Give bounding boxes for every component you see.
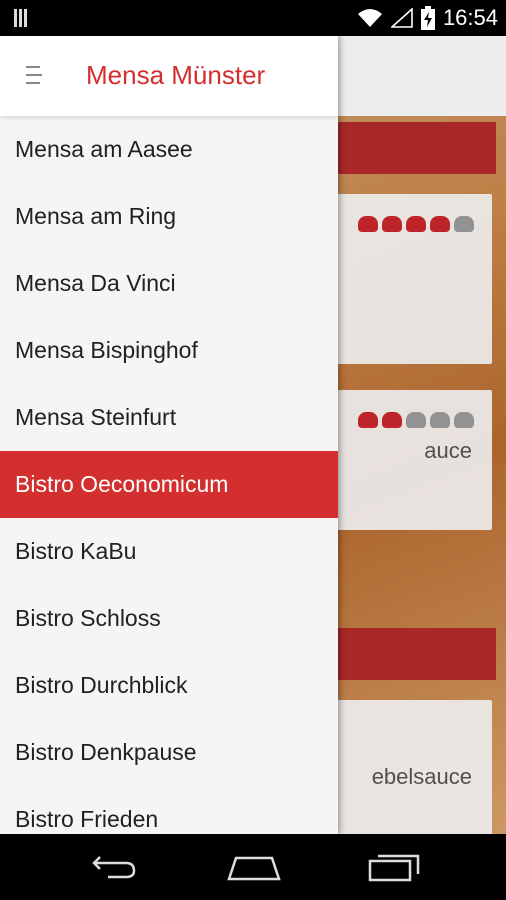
navigation-bar bbox=[0, 834, 506, 900]
drawer-item[interactable]: Bistro Durchblick bbox=[0, 652, 338, 719]
wifi-icon bbox=[357, 9, 382, 27]
drawer-item[interactable]: Bistro KaBu bbox=[0, 518, 338, 585]
drawer-item[interactable]: Mensa am Aasee bbox=[0, 116, 338, 183]
hamburger-icon[interactable] bbox=[26, 66, 44, 86]
clock: 16:54 bbox=[442, 5, 498, 30]
barcode-icon bbox=[14, 9, 34, 27]
drawer-item[interactable]: Mensa Da Vinci bbox=[0, 250, 338, 317]
drawer-item[interactable]: Bistro Denkpause bbox=[0, 719, 338, 786]
drawer-item[interactable]: Mensa Bispinghof bbox=[0, 317, 338, 384]
drawer-item[interactable]: Mensa am Ring bbox=[0, 183, 338, 250]
navigation-drawer: Mensa Münster Mensa am Aasee Mensa am Rin… bbox=[0, 36, 338, 834]
back-icon[interactable] bbox=[84, 848, 144, 886]
drawer-item[interactable]: Bistro Oeconomicum bbox=[0, 451, 338, 518]
battery-charging-icon bbox=[420, 6, 435, 30]
app-title: Mensa Münster bbox=[86, 60, 266, 90]
drawer-item[interactable]: Mensa Steinfurt bbox=[0, 384, 338, 451]
drawer-item[interactable]: Bistro Schloss bbox=[0, 585, 338, 652]
recents-icon[interactable] bbox=[364, 848, 424, 886]
drawer-item[interactable]: Bistro Frieden bbox=[0, 786, 338, 834]
drawer-list: Mensa am Aasee Mensa am Ring Mensa Da Vinc… bbox=[0, 116, 338, 834]
signal-icon bbox=[390, 8, 413, 28]
home-icon[interactable] bbox=[224, 848, 284, 886]
status-bar: 16:54 bbox=[0, 0, 506, 36]
drawer-header: Mensa Münster bbox=[0, 36, 338, 116]
